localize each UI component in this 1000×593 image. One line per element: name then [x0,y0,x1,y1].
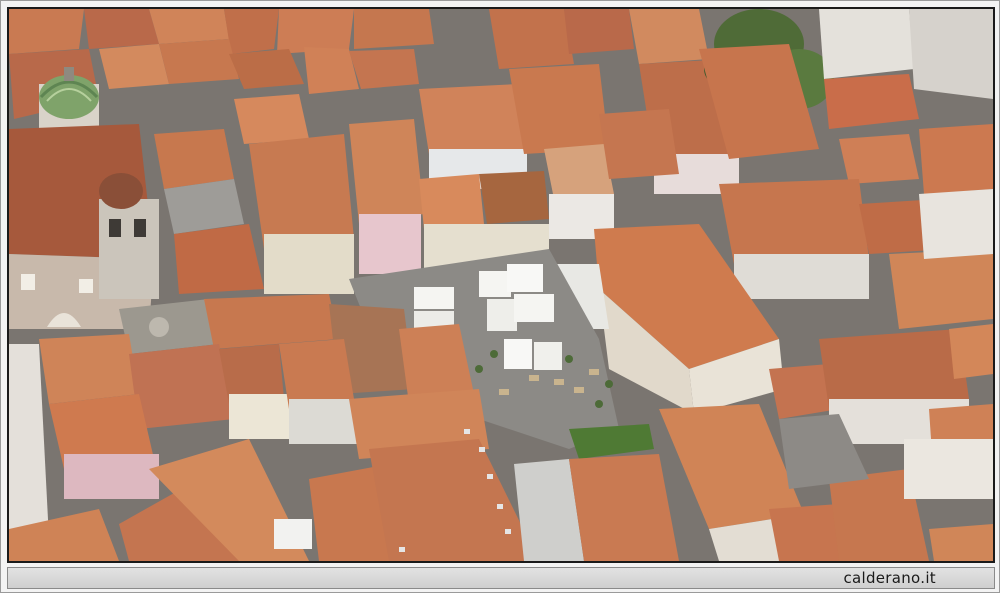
caption-bar: calderano.it [7,567,995,589]
photo-frame: calderano.it [0,0,1000,593]
aerial-photo [7,7,995,563]
watermark-text: calderano.it [843,569,936,587]
